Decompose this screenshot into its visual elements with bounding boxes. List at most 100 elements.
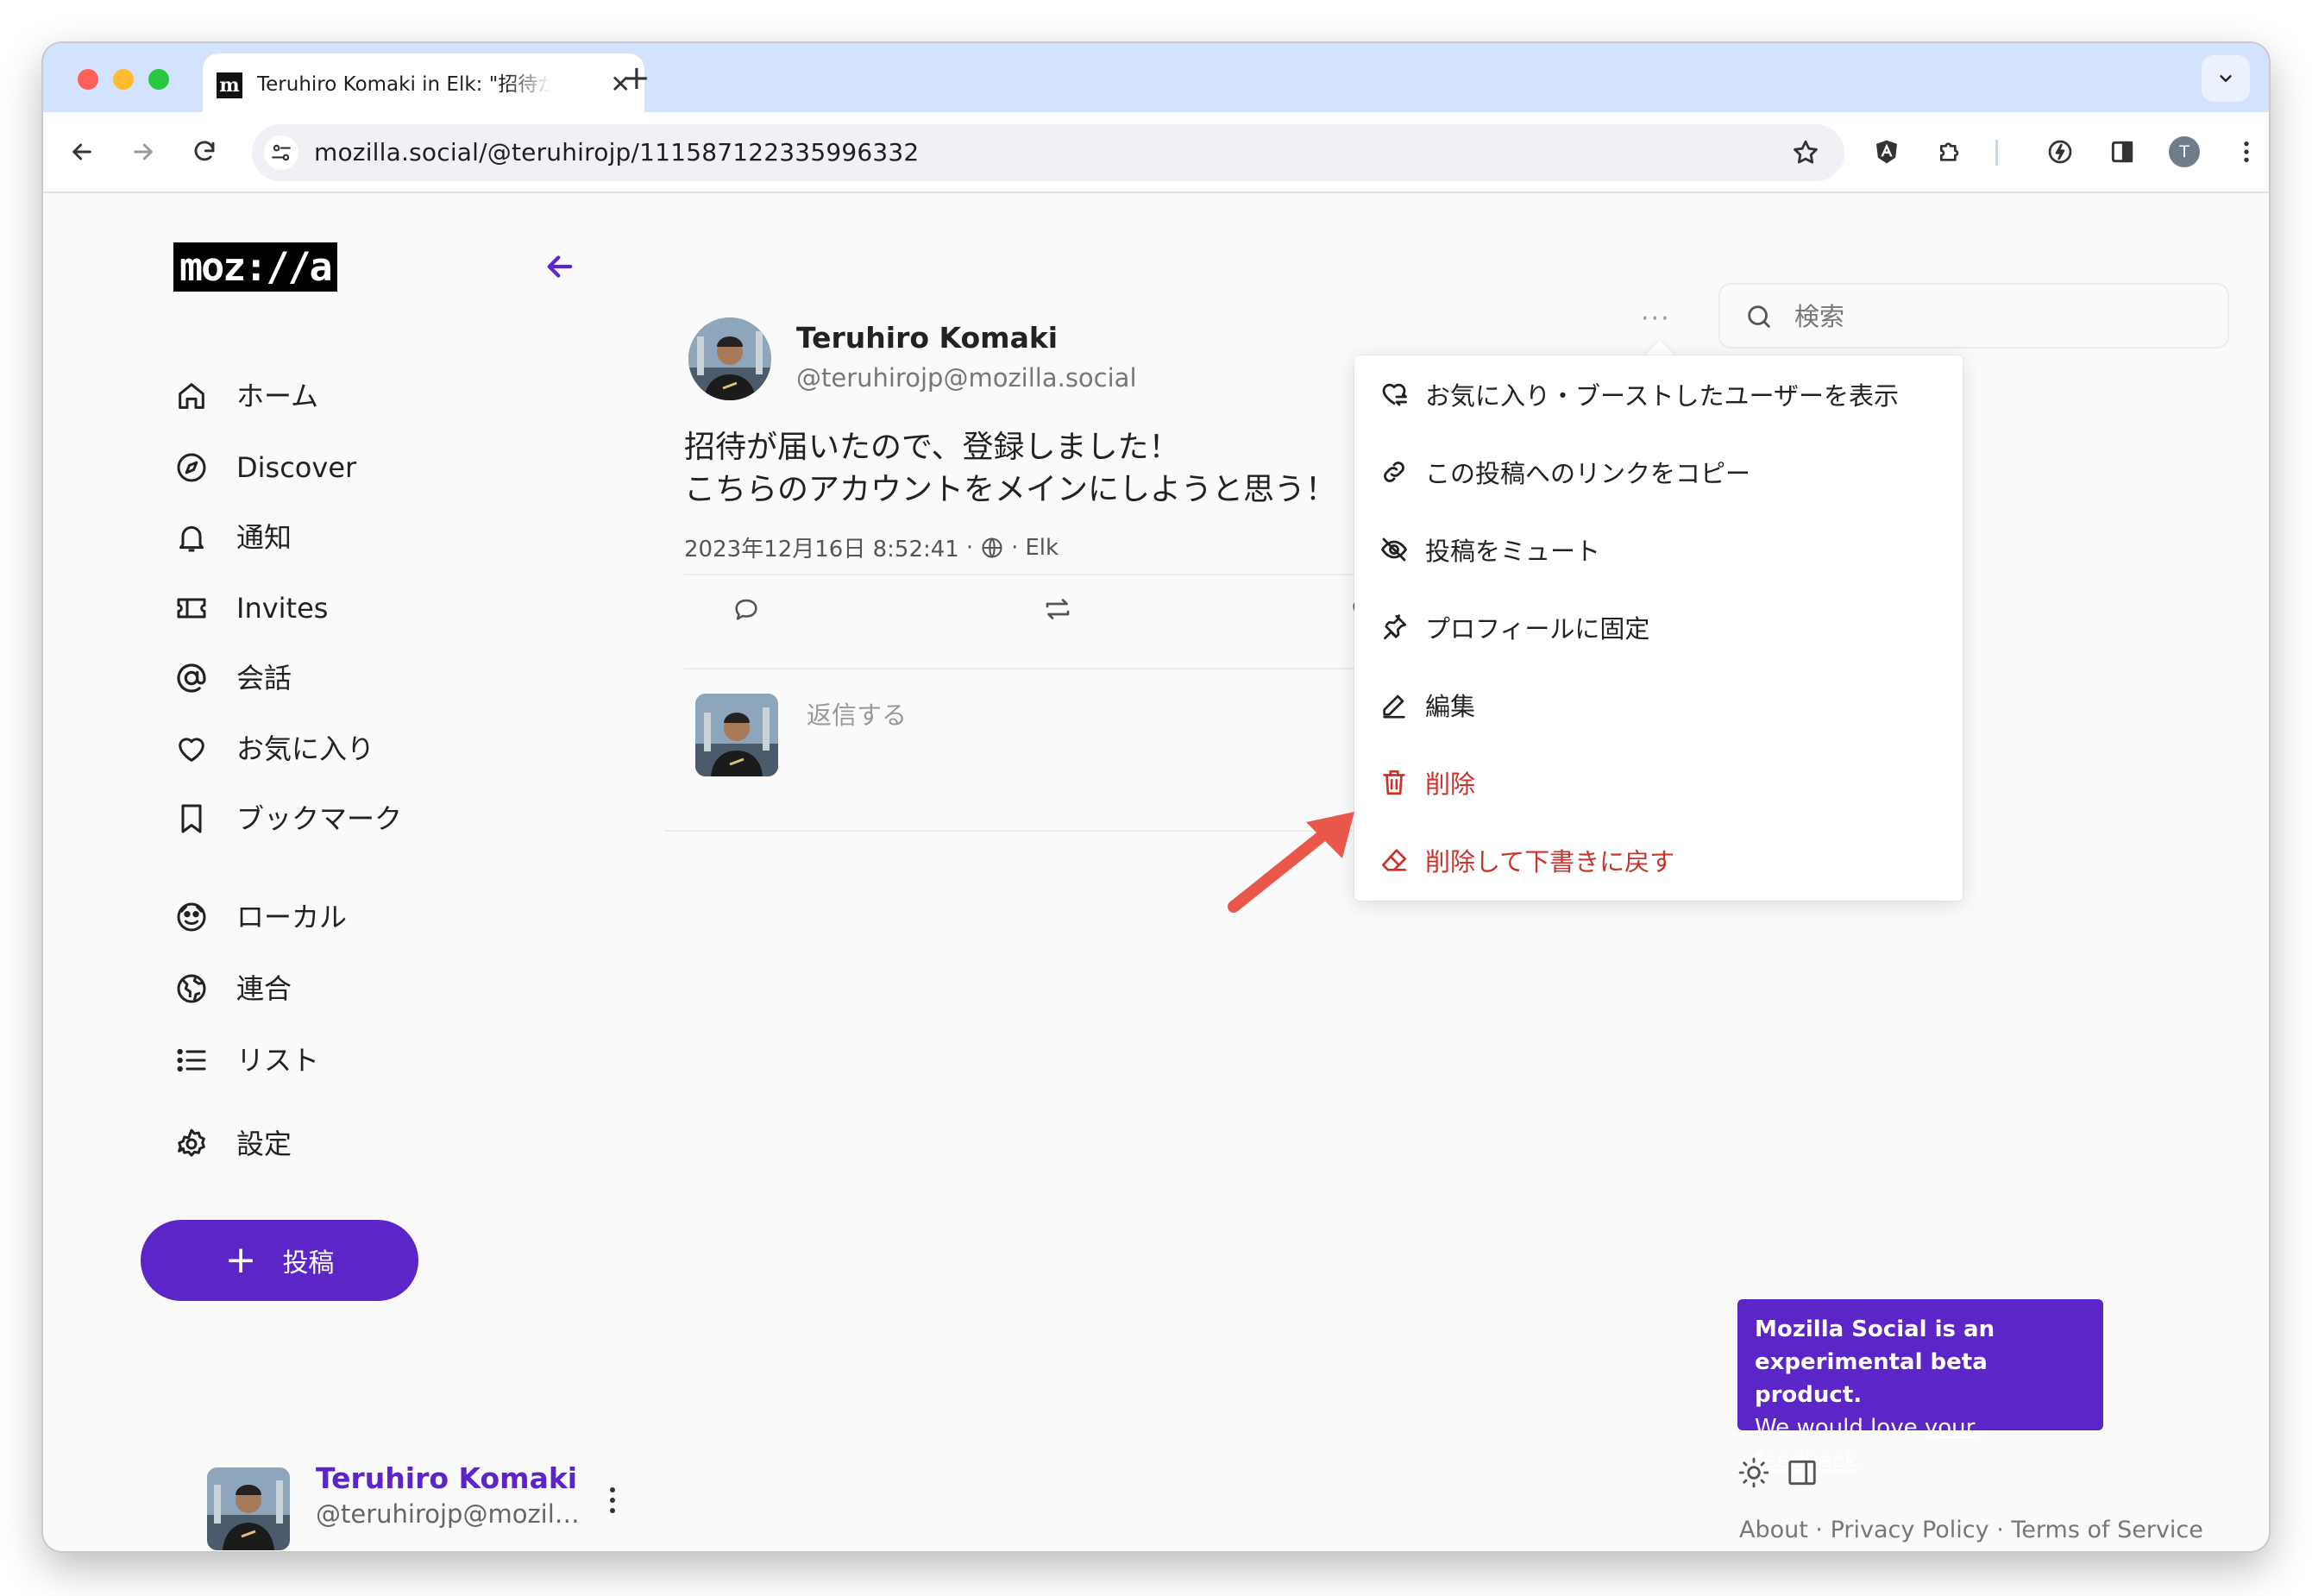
menu-item-delete-and-redraft[interactable]: 削除して下書きに戻す <box>1354 821 1963 899</box>
sidebar-item-label: Invites <box>236 592 329 625</box>
author-name[interactable]: Teruhiro Komaki <box>796 321 1058 355</box>
status-client: Elk <box>1025 534 1059 561</box>
sidebar-item-local[interactable]: ローカル <box>173 893 347 941</box>
sidebar-item-conversations[interactable]: 会話 <box>173 654 292 702</box>
footer-separator: · <box>1815 1517 1824 1543</box>
collapse-arrow-icon[interactable] <box>542 248 578 285</box>
extensions-puzzle-icon[interactable] <box>1933 135 1968 169</box>
more-vertical-icon <box>610 1487 615 1513</box>
sidebar-item-home[interactable]: ホーム <box>173 372 318 420</box>
chevron-down-icon <box>2220 75 2232 82</box>
arrow-right-icon <box>134 143 153 160</box>
menu-item-label: お気に入り・ブーストしたユーザーを表示 <box>1425 381 1899 411</box>
menu-item-copy-link[interactable]: この投稿へのリンクをコピー <box>1354 433 1963 511</box>
reply-input[interactable] <box>807 694 1324 737</box>
sidebar-item-invites[interactable]: Invites <box>173 584 328 632</box>
search-icon <box>1748 305 1770 328</box>
sidebar-item-label: 連合 <box>236 972 292 1005</box>
author-avatar[interactable] <box>688 317 771 400</box>
current-user-name[interactable]: Teruhiro Komaki <box>316 1461 577 1495</box>
bookmark-star-icon[interactable] <box>1791 138 1820 167</box>
home-icon <box>173 377 210 415</box>
repeat-icon <box>1046 599 1070 619</box>
footer-separator: · <box>1996 1517 2004 1543</box>
trash-icon <box>1377 765 1411 800</box>
status-content: 招待が届いたので、登録しました！ こちらのアカウントをメインにしようと思う！ <box>684 426 1336 511</box>
browser-window: m Teruhiro Komaki in Elk: "招待が届いたので、登録しま… <box>43 43 2269 1551</box>
reload-button[interactable] <box>187 135 222 169</box>
extension-angular-icon[interactable] <box>1869 135 1904 169</box>
beta-notice: Mozilla Social is an experimental beta p… <box>1737 1299 2103 1473</box>
boost-button[interactable] <box>1040 592 1075 626</box>
privacy-policy-link[interactable]: Privacy Policy <box>1831 1517 1989 1543</box>
theme-toggle-button[interactable] <box>1736 1455 1772 1491</box>
sidebar-item-favourites[interactable]: お気に入り <box>173 725 374 773</box>
minimize-window-button[interactable] <box>113 69 134 90</box>
status-more-button[interactable]: ··· <box>1641 306 1679 336</box>
globe-visibility-icon <box>982 537 1002 558</box>
new-tab-button[interactable]: + <box>623 60 650 95</box>
menu-item-pin-to-profile[interactable]: プロフィールに固定 <box>1354 588 1963 666</box>
sidebar-item-settings[interactable]: 設定 <box>173 1120 292 1168</box>
tab-search-button[interactable] <box>2202 55 2250 102</box>
sidebar-item-lists[interactable]: リスト <box>173 1036 319 1084</box>
window-controls <box>78 69 169 90</box>
at-icon <box>173 659 210 697</box>
search-box[interactable] <box>1718 283 2229 349</box>
sidebar-item-label: お気に入り <box>236 732 375 765</box>
sidebar-item-bookmarks[interactable]: ブックマーク <box>173 795 402 843</box>
forward-button[interactable] <box>126 135 160 169</box>
zen-mode-button[interactable] <box>1784 1455 1820 1491</box>
search-input[interactable] <box>1794 297 2208 336</box>
account-menu-button[interactable] <box>604 1474 621 1526</box>
arrow-left-icon <box>72 143 91 160</box>
profile-avatar[interactable]: T <box>2167 135 2202 169</box>
side-panel-icon[interactable] <box>2105 135 2139 169</box>
current-user-avatar[interactable] <box>207 1467 290 1550</box>
tab-title: Teruhiro Komaki in Elk: "招待が届いたので、登録しました… <box>257 73 550 96</box>
pencil-icon <box>1377 688 1411 722</box>
list-icon <box>173 1041 210 1079</box>
sidebar-item-federated[interactable]: 連合 <box>173 965 292 1013</box>
sidebar-item-label: リスト <box>236 1044 320 1077</box>
status-line: 招待が届いたので、登録しました！ <box>684 430 1180 465</box>
sidebar-item-discover[interactable]: Discover <box>173 443 356 492</box>
beta-notice-line: experimental beta product. <box>1755 1349 1988 1408</box>
link-icon <box>1377 455 1411 489</box>
mozilla-favicon-icon: m <box>217 72 242 98</box>
browser-menu-icon[interactable] <box>2229 135 2264 169</box>
current-user-handle: @teruhirojp@mozilla... <box>316 1499 583 1529</box>
back-button[interactable] <box>65 135 99 169</box>
reply-avatar <box>695 694 778 776</box>
reply-button[interactable] <box>729 592 763 626</box>
performance-icon[interactable] <box>2043 135 2077 169</box>
beta-notice-text: We would love <box>1755 1415 1925 1441</box>
sidebar-item-label: Discover <box>236 451 357 484</box>
close-window-button[interactable] <box>78 69 98 90</box>
menu-item-edit[interactable]: 編集 <box>1354 666 1963 744</box>
sidebar-item-label: ブックマーク <box>236 802 403 835</box>
status-timestamp[interactable]: 2023年12月16日 8:52:41 <box>684 531 959 563</box>
browser-tab-active[interactable]: m Teruhiro Komaki in Elk: "招待が届いたので、登録しま… <box>203 53 644 112</box>
compose-button[interactable]: + 投稿 <box>141 1220 418 1301</box>
menu-item-show-favourited-boosted[interactable]: お気に入り・ブーストしたユーザーを表示 <box>1354 355 1963 433</box>
author-handle[interactable]: @teruhirojp@mozilla.social <box>796 363 1137 393</box>
mozilla-logo[interactable]: moz://a <box>173 242 337 292</box>
bell-icon <box>173 518 210 556</box>
reply-icon <box>735 599 757 620</box>
compass-icon <box>173 449 210 487</box>
status-meta: 2023年12月16日 8:52:41 · · Elk <box>684 531 1059 563</box>
eraser-icon <box>1377 843 1411 877</box>
sidebar-item-label: ローカル <box>236 901 348 933</box>
sidebar-item-notifications[interactable]: 通知 <box>173 513 292 562</box>
maximize-window-button[interactable] <box>148 69 169 90</box>
menu-item-delete[interactable]: 削除 <box>1354 744 1963 821</box>
address-bar[interactable]: mozilla.social/@teruhirojp/1115871223359… <box>252 124 1844 181</box>
menu-item-label: 削除して下書きに戻す <box>1425 847 1675 877</box>
sun-icon <box>1738 1457 1769 1488</box>
pin-icon <box>1377 610 1411 644</box>
site-info-icon[interactable] <box>264 135 298 170</box>
menu-item-mute-post[interactable]: 投稿をミュート <box>1354 511 1963 588</box>
about-link[interactable]: About <box>1739 1517 1808 1543</box>
terms-of-service-link[interactable]: Terms of Service <box>2011 1517 2203 1543</box>
